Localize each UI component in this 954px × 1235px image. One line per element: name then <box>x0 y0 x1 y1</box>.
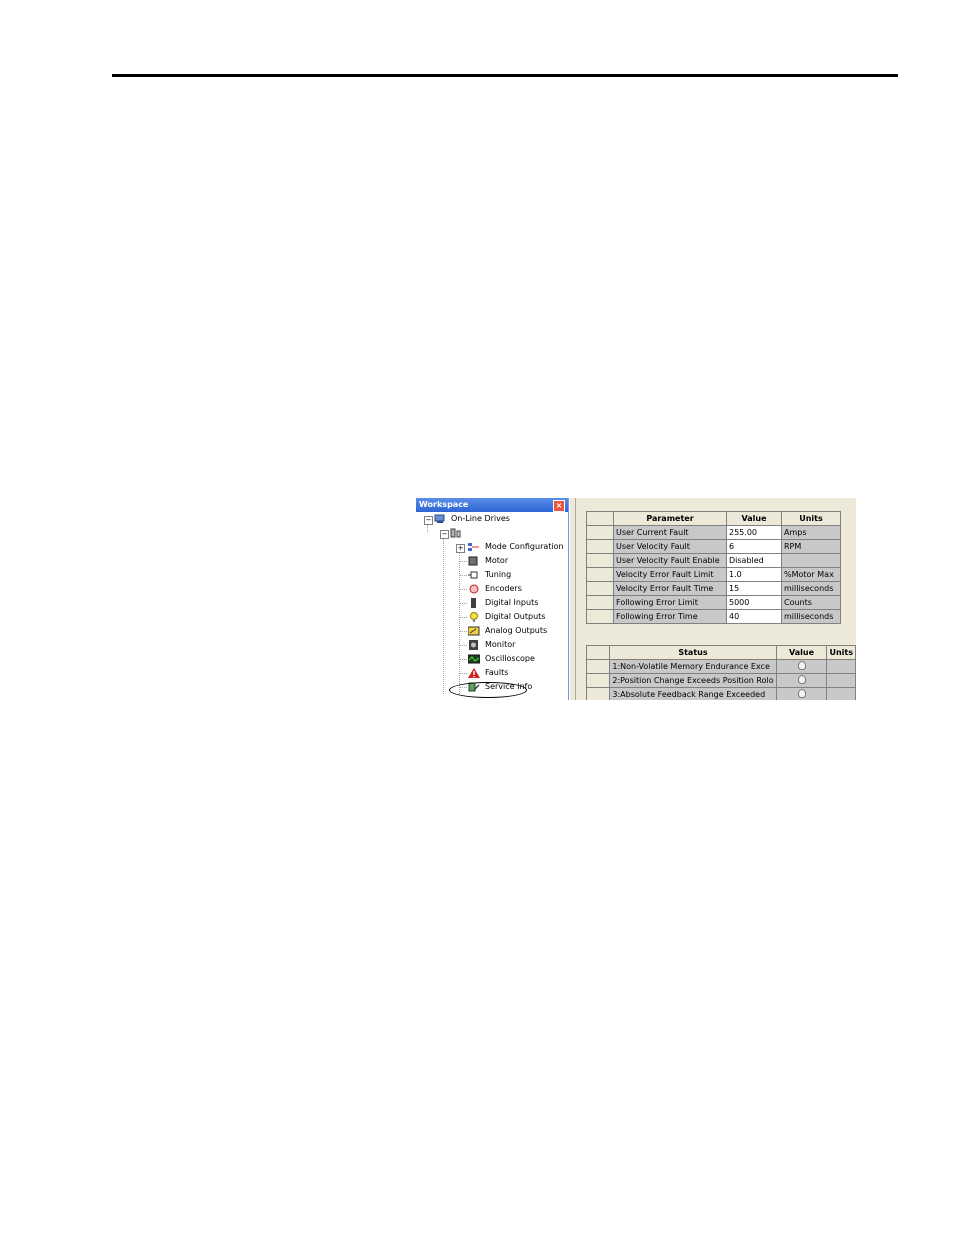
parameter-value-field[interactable]: 15 <box>726 581 782 596</box>
table-row[interactable]: 3:Absolute Feedback Range Exceeded <box>585 687 856 700</box>
parameter-name: User Velocity Fault <box>613 539 727 554</box>
parameter-value-field[interactable]: 1.0 <box>726 567 782 582</box>
analog-outputs-icon <box>467 626 480 636</box>
table-row[interactable]: Velocity Error Fault Time 15 millisecond… <box>586 581 841 596</box>
row-selector-header <box>585 645 611 660</box>
software-screenshot: Workspace × − On-Line Drives − + Mode Co… <box>416 498 856 700</box>
workspace-pane: Workspace × − On-Line Drives − + Mode Co… <box>416 498 569 700</box>
parameter-name: Following Error Time <box>613 609 727 624</box>
parameter-name: Velocity Error Fault Limit <box>613 567 727 582</box>
parameter-value-field[interactable]: 5000 <box>726 595 782 610</box>
collapse-root-toggle[interactable]: − <box>424 516 433 525</box>
status-name: 3:Absolute Feedback Range Exceeded <box>609 687 777 700</box>
tree-item-faults[interactable]: Faults <box>468 666 508 680</box>
tree-item-encoders[interactable]: Encoders <box>468 582 522 596</box>
drive-icon <box>450 528 461 538</box>
workspace-title-bar: Workspace × <box>416 498 568 512</box>
collapse-drive-toggle[interactable]: − <box>440 530 449 539</box>
tree-item-mode-configuration[interactable]: Mode Configuration <box>468 540 564 554</box>
workspace-tree: − On-Line Drives − + Mode Configuration <box>416 512 566 700</box>
table-row[interactable]: User Current Fault 255.00 Amps <box>586 525 841 540</box>
tree-drive-node[interactable] <box>450 526 467 540</box>
column-header-value: Value <box>726 511 782 526</box>
tree-item-motor[interactable]: Motor <box>468 554 508 568</box>
tree-item-monitor[interactable]: Monitor <box>468 638 515 652</box>
parameter-units: milliseconds <box>781 581 841 596</box>
row-selector-header <box>586 511 614 526</box>
tree-root-online-drives[interactable]: On-Line Drives <box>434 512 510 526</box>
pane-splitter[interactable] <box>569 498 576 700</box>
parameter-value-field[interactable]: 40 <box>726 609 782 624</box>
parameter-name: Velocity Error Fault Time <box>613 581 727 596</box>
fault-status-table: Status Value Units 1:Non-Volatile Memory… <box>585 645 856 700</box>
column-header-units: Units <box>781 511 841 526</box>
fault-parameters-table: Parameter Value Units User Current Fault… <box>586 511 841 624</box>
table-header-row: Parameter Value Units <box>586 511 841 526</box>
workspace-title: Workspace <box>419 500 469 509</box>
close-icon[interactable]: × <box>553 500 565 512</box>
tree-item-analog-outputs[interactable]: Analog Outputs <box>467 624 547 638</box>
parameter-name: User Current Fault <box>613 525 727 540</box>
tree-item-digital-inputs[interactable]: Digital Inputs <box>468 596 538 610</box>
page-top-rule <box>112 74 898 77</box>
faults-warning-icon <box>468 667 480 678</box>
parameter-units: %Motor Max <box>781 567 841 582</box>
expand-mode-configuration-toggle[interactable]: + <box>456 544 465 553</box>
encoders-icon <box>468 584 479 594</box>
table-row[interactable]: Following Error Time 40 milliseconds <box>586 609 841 624</box>
faults-highlight-ellipse <box>449 682 527 698</box>
parameter-units: milliseconds <box>781 609 841 624</box>
status-light-icon <box>797 661 806 670</box>
parameter-units: RPM <box>781 539 841 554</box>
digital-outputs-icon <box>468 611 479 622</box>
status-light-icon <box>797 675 806 684</box>
online-drives-icon <box>434 514 445 524</box>
tree-item-tuning[interactable]: Tuning <box>468 568 511 582</box>
tuning-icon <box>468 570 479 580</box>
parameter-units <box>781 553 841 568</box>
parameter-value-field[interactable]: 255.00 <box>726 525 782 540</box>
tree-item-oscilloscope[interactable]: Oscilloscope <box>467 652 535 666</box>
table-row[interactable]: User Velocity Fault Enable Disabled <box>586 553 841 568</box>
parameter-units: Amps <box>781 525 841 540</box>
table-row[interactable]: Velocity Error Fault Limit 1.0 %Motor Ma… <box>586 567 841 582</box>
status-name: 1:Non-Volatile Memory Endurance Exce <box>609 659 777 674</box>
parameter-name: Following Error Limit <box>613 595 727 610</box>
motor-icon <box>468 556 479 566</box>
monitor-icon <box>468 639 479 650</box>
parameter-value-field[interactable]: 6 <box>726 539 782 554</box>
mode-configuration-icon <box>468 542 479 552</box>
column-header-units: Units <box>826 645 856 660</box>
table-row[interactable]: 1:Non-Volatile Memory Endurance Exce <box>585 659 856 674</box>
parameter-name: User Velocity Fault Enable <box>613 553 727 568</box>
status-light-icon <box>797 689 806 698</box>
parameter-value-field[interactable]: Disabled <box>726 553 782 568</box>
table-row[interactable]: User Velocity Fault 6 RPM <box>586 539 841 554</box>
parameter-units: Counts <box>781 595 841 610</box>
oscilloscope-icon <box>467 654 481 664</box>
digital-inputs-icon <box>468 597 479 608</box>
table-row[interactable]: 2:Position Change Exceeds Position Rolo <box>585 673 856 688</box>
table-row[interactable]: Following Error Limit 5000 Counts <box>586 595 841 610</box>
column-header-status: Status <box>609 645 777 660</box>
column-header-value: Value <box>775 645 828 660</box>
table-header-row: Status Value Units <box>585 645 856 660</box>
status-name: 2:Position Change Exceeds Position Rolo <box>609 673 777 688</box>
tree-item-digital-outputs[interactable]: Digital Outputs <box>468 610 545 624</box>
column-header-parameter: Parameter <box>613 511 727 526</box>
tree-root-label: On-Line Drives <box>451 514 510 523</box>
